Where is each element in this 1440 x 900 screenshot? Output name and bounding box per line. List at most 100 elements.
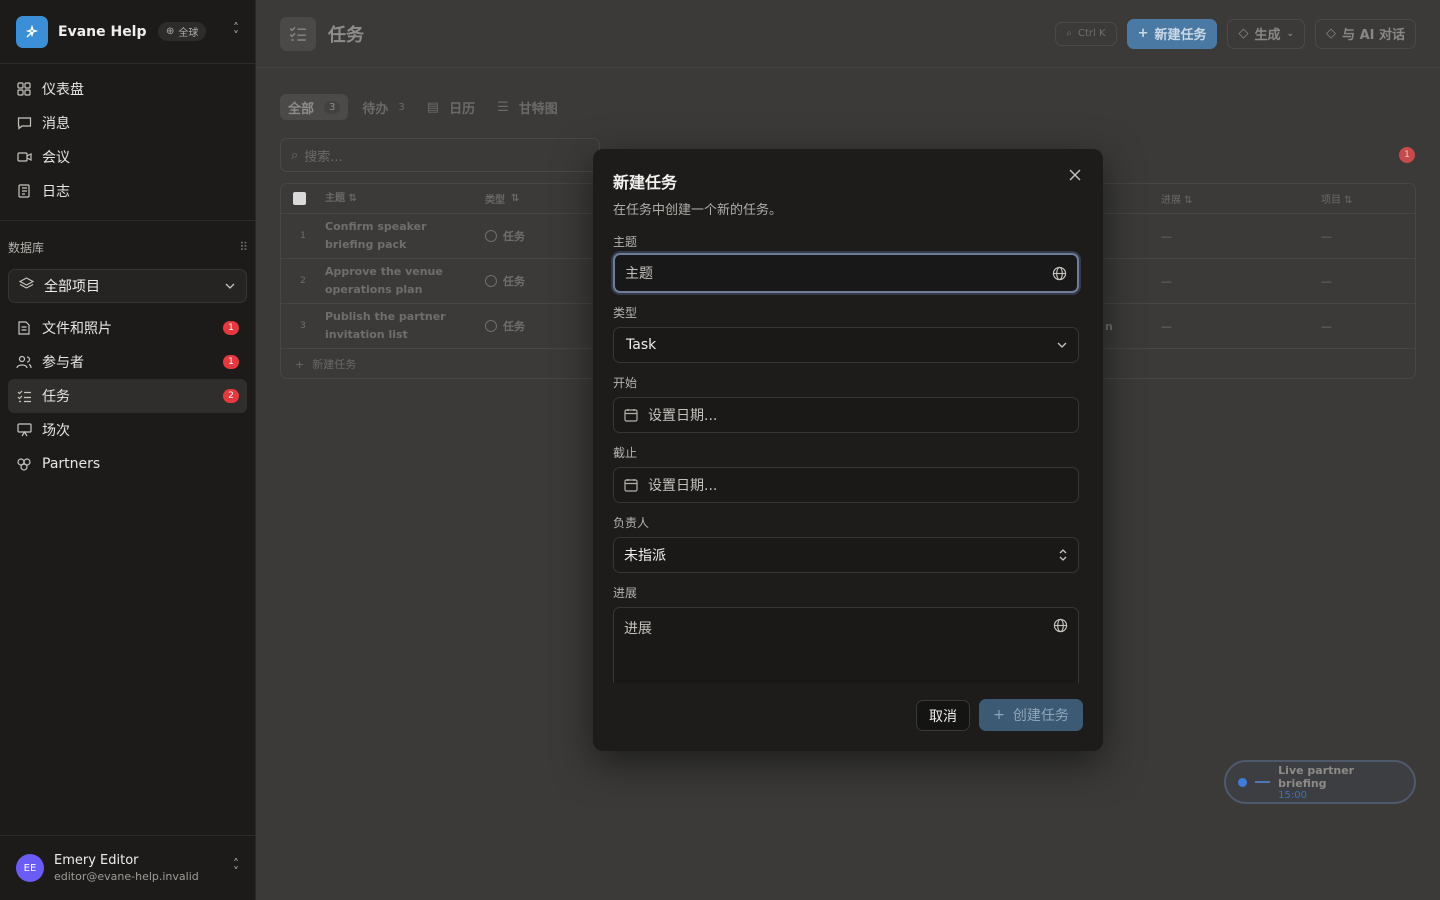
dashboard-icon	[16, 81, 32, 97]
tab-all[interactable]: 全部 3	[280, 94, 349, 120]
nav-item-messages[interactable]: 消息	[8, 106, 247, 140]
command-search-button[interactable]: ⌕ Ctrl K	[1055, 21, 1117, 46]
count-badge: 2	[223, 389, 239, 403]
globe-icon[interactable]	[1053, 618, 1068, 633]
sidebar-item-tasks[interactable]: 任务 2	[8, 379, 247, 413]
live-dot-icon	[1238, 777, 1247, 787]
tab-calendar[interactable]: ▤ 日历	[419, 94, 483, 120]
handshake-icon	[16, 456, 32, 472]
tab-todo[interactable]: 待办 3	[354, 94, 412, 120]
sidebar-item-label: 参与者	[42, 355, 84, 371]
chevron-up-down-icon: ˄ ˅	[233, 857, 239, 879]
plus-icon: +	[1137, 26, 1149, 41]
tab-gantt[interactable]: ☰ 甘特图	[489, 94, 566, 120]
message-icon	[16, 115, 32, 131]
new-task-dialog: 新建任务 在任务中创建一个新的任务。 主题 主题 类型 Task 开始 设置日期…	[593, 149, 1103, 751]
create-task-button[interactable]: + 创建任务	[979, 699, 1083, 731]
chevron-down-icon	[224, 278, 236, 294]
chevron-down-icon: ⌄	[1286, 28, 1295, 39]
layers-icon	[18, 277, 35, 295]
sidebar-item-partners[interactable]: Partners	[8, 447, 247, 481]
main-nav: 仪表盘 消息 会议 日志	[0, 64, 255, 216]
sparkle-icon: ◇	[1238, 26, 1249, 41]
calendar-icon: ▤	[426, 99, 440, 115]
sidebar-item-label: 文件和照片	[42, 321, 112, 337]
user-menu[interactable]: EE Emery Editor editor@evane-help.invali…	[0, 835, 255, 900]
cancel-button[interactable]: 取消	[916, 700, 970, 731]
nav-item-journal[interactable]: 日志	[8, 174, 247, 208]
new-task-button[interactable]: + 新建任务	[1126, 18, 1218, 49]
column-header-project[interactable]: 项目 ⇅	[1321, 191, 1353, 206]
drag-handle-icon[interactable]: ⠿	[239, 240, 248, 254]
sidebar-item-files[interactable]: 文件和照片 1	[8, 311, 247, 345]
subject-label: 主题	[613, 235, 638, 249]
globe-icon[interactable]	[1052, 266, 1067, 281]
live-session-pill[interactable]: Live partner briefing 15:00	[1224, 760, 1416, 804]
sidebar-item-sessions[interactable]: 场次	[8, 413, 247, 447]
video-icon	[16, 149, 32, 165]
start-date-picker[interactable]: 设置日期...	[613, 397, 1079, 433]
nav-item-label: 消息	[42, 116, 70, 132]
dialog-title: 新建任务	[613, 173, 678, 192]
due-date-picker[interactable]: 设置日期...	[613, 467, 1079, 503]
plus-icon: +	[295, 357, 305, 371]
workspace-switcher[interactable]: Evane Help ... ⊕ 全球 ˄˅	[0, 0, 255, 64]
type-select[interactable]: Task	[613, 327, 1079, 363]
status-circle-icon	[485, 320, 497, 332]
type-label: 类型	[613, 306, 638, 320]
chevron-down-icon	[1056, 341, 1068, 349]
presentation-icon	[16, 422, 32, 438]
project-select-value: 全部项目	[44, 279, 100, 295]
select-all-checkbox[interactable]	[293, 192, 306, 205]
close-icon[interactable]	[1067, 167, 1083, 183]
status-circle-icon	[485, 230, 497, 242]
start-label: 开始	[613, 376, 638, 390]
database-nav: 文件和照片 1 参与者 1 任务 2 场次 Partners	[0, 311, 255, 489]
sparkle-icon: ◇	[1326, 26, 1337, 41]
column-header-subject[interactable]: 主题 ⇅	[325, 190, 485, 208]
search-icon: ⌕	[1066, 28, 1073, 39]
status-circle-icon	[485, 275, 497, 287]
workspace-logo-icon	[16, 15, 48, 48]
file-icon	[16, 320, 32, 336]
database-section-header: 数据库 ⠿	[8, 240, 248, 255]
sidebar-item-label: Partners	[42, 456, 101, 472]
workspace-region-badge: ⊕ 全球	[158, 22, 207, 41]
nav-item-label: 仪表盘	[42, 82, 84, 98]
search-icon: ⌕	[291, 147, 299, 163]
view-tabs: 全部 3 待办 3 ▤ 日历 ☰ 甘特图	[280, 94, 566, 120]
sidebar-item-participants[interactable]: 参与者 1	[8, 345, 247, 379]
avatar: EE	[16, 854, 44, 882]
dialog-subtitle: 在任务中创建一个新的任务。	[613, 203, 783, 218]
nav-item-meetings[interactable]: 会议	[8, 140, 247, 174]
project-select[interactable]: 全部项目	[8, 269, 247, 303]
nav-item-dashboard[interactable]: 仪表盘	[8, 72, 247, 106]
globe-icon: ⊕	[166, 26, 175, 37]
due-label: 截止	[613, 446, 638, 460]
sidebar-item-label: 场次	[42, 423, 70, 439]
subject-input[interactable]: 主题	[613, 253, 1079, 293]
chevron-up-down-icon	[1058, 548, 1068, 562]
progress-textarea[interactable]: 进展	[613, 607, 1079, 683]
user-name: Emery Editor	[54, 853, 139, 868]
workspace-name: Evane Help ...	[58, 23, 150, 40]
notification-badge: 1	[1399, 147, 1415, 163]
task-list-icon	[280, 16, 316, 51]
assignee-select[interactable]: 未指派	[613, 537, 1079, 573]
column-header-progress[interactable]: 进展 ⇅	[1161, 191, 1193, 206]
divider	[0, 220, 255, 221]
plus-icon: +	[993, 707, 1005, 723]
journal-icon	[16, 183, 32, 199]
progress-label: 进展	[613, 586, 638, 600]
table-search-input[interactable]: ⌕ 搜索...	[280, 138, 600, 172]
sidebar-item-label: 任务	[42, 389, 70, 405]
task-list-icon	[16, 388, 32, 404]
calendar-icon	[624, 478, 638, 492]
calendar-icon	[624, 408, 638, 422]
nav-item-label: 日志	[42, 184, 70, 200]
ai-chat-button[interactable]: ◇ 与 AI 对话	[1315, 18, 1416, 49]
count-badge: 1	[223, 355, 239, 369]
column-header-type[interactable]: 类型 ⇅	[485, 191, 605, 206]
count-badge: 1	[223, 321, 239, 335]
generate-button[interactable]: ◇ 生成 ⌄	[1227, 18, 1306, 49]
